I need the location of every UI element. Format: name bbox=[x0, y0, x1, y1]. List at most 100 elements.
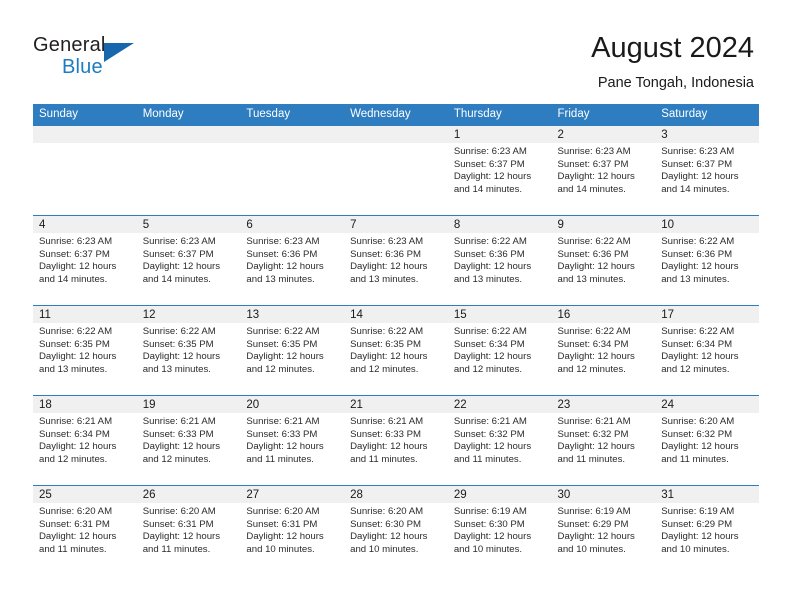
day-cell[interactable]: 26 Sunrise: 6:20 AM Sunset: 6:31 PM Dayl… bbox=[136, 485, 241, 576]
sunset-text: Sunset: 6:34 PM bbox=[661, 338, 733, 350]
day-cell[interactable]: 23 Sunrise: 6:21 AM Sunset: 6:32 PM Dayl… bbox=[551, 395, 656, 486]
day-number: 1 bbox=[447, 126, 552, 143]
daylight-text-line1: Daylight: 12 hours bbox=[39, 441, 117, 453]
day-number: 15 bbox=[447, 306, 552, 323]
daylight-text-line1: Daylight: 12 hours bbox=[39, 261, 117, 273]
day-cell[interactable]: 7 Sunrise: 6:23 AM Sunset: 6:36 PM Dayli… bbox=[344, 215, 448, 306]
day-details: Sunrise: 6:23 AM Sunset: 6:36 PM Dayligh… bbox=[240, 233, 344, 286]
day-number: 11 bbox=[33, 306, 137, 323]
day-details: Sunrise: 6:22 AM Sunset: 6:34 PM Dayligh… bbox=[448, 323, 552, 376]
day-details: Sunrise: 6:21 AM Sunset: 6:32 PM Dayligh… bbox=[552, 413, 656, 466]
sunrise-text: Sunrise: 6:22 AM bbox=[661, 236, 735, 247]
day-cell[interactable]: 28 Sunrise: 6:20 AM Sunset: 6:30 PM Dayl… bbox=[344, 485, 448, 576]
day-cell[interactable]: 3 Sunrise: 6:23 AM Sunset: 6:37 PM Dayli… bbox=[655, 125, 759, 216]
day-number bbox=[136, 126, 241, 143]
sunset-text: Sunset: 6:37 PM bbox=[142, 248, 214, 260]
day-number: 21 bbox=[344, 396, 448, 413]
daylight-text-line1: Daylight: 12 hours bbox=[453, 441, 532, 453]
day-number: 10 bbox=[655, 216, 759, 233]
week-row: 18 Sunrise: 6:21 AM Sunset: 6:34 PM Dayl… bbox=[33, 395, 759, 486]
brand-logo[interactable]: General Blue bbox=[33, 34, 193, 86]
sunset-text: Sunset: 6:35 PM bbox=[350, 338, 422, 350]
weekday-header-row: Sunday Monday Tuesday Wednesday Thursday… bbox=[33, 104, 759, 126]
sunset-text: Sunset: 6:35 PM bbox=[142, 338, 214, 350]
day-details: Sunrise: 6:22 AM Sunset: 6:35 PM Dayligh… bbox=[137, 323, 241, 376]
day-number: 14 bbox=[344, 306, 448, 323]
daylight-text-line2: and 14 minutes. bbox=[557, 183, 626, 195]
weekday-header-friday: Friday bbox=[551, 104, 656, 126]
day-cell[interactable]: 13 Sunrise: 6:22 AM Sunset: 6:35 PM Dayl… bbox=[240, 305, 345, 396]
day-cell[interactable]: 9 Sunrise: 6:22 AM Sunset: 6:36 PM Dayli… bbox=[551, 215, 656, 306]
daylight-text-line1: Daylight: 12 hours bbox=[557, 261, 635, 273]
day-cell[interactable]: 1 Sunrise: 6:23 AM Sunset: 6:37 PM Dayli… bbox=[447, 125, 552, 216]
daylight-text-line2: and 12 minutes. bbox=[661, 363, 730, 375]
day-cell[interactable]: 20 Sunrise: 6:21 AM Sunset: 6:33 PM Dayl… bbox=[240, 395, 345, 486]
daylight-text-line2: and 12 minutes. bbox=[350, 363, 419, 375]
sunrise-text: Sunrise: 6:21 AM bbox=[142, 416, 216, 427]
day-cell[interactable]: 10 Sunrise: 6:22 AM Sunset: 6:36 PM Dayl… bbox=[655, 215, 759, 306]
sunrise-text: Sunrise: 6:22 AM bbox=[557, 326, 631, 337]
sunrise-text: Sunrise: 6:23 AM bbox=[557, 146, 631, 157]
day-cell[interactable]: 6 Sunrise: 6:23 AM Sunset: 6:36 PM Dayli… bbox=[240, 215, 345, 306]
day-cell[interactable]: 18 Sunrise: 6:21 AM Sunset: 6:34 PM Dayl… bbox=[33, 395, 137, 486]
day-cell[interactable]: 22 Sunrise: 6:21 AM Sunset: 6:32 PM Dayl… bbox=[447, 395, 552, 486]
sunset-text: Sunset: 6:36 PM bbox=[350, 248, 422, 260]
sunset-text: Sunset: 6:36 PM bbox=[557, 248, 629, 260]
day-cell[interactable]: 30 Sunrise: 6:19 AM Sunset: 6:29 PM Dayl… bbox=[551, 485, 656, 576]
day-cell[interactable]: 2 Sunrise: 6:23 AM Sunset: 6:37 PM Dayli… bbox=[551, 125, 656, 216]
sunrise-text: Sunrise: 6:20 AM bbox=[350, 506, 424, 517]
weekday-header-monday: Monday bbox=[136, 104, 241, 126]
day-cell[interactable]: 31 Sunrise: 6:19 AM Sunset: 6:29 PM Dayl… bbox=[655, 485, 759, 576]
day-cell[interactable]: 27 Sunrise: 6:20 AM Sunset: 6:31 PM Dayl… bbox=[240, 485, 345, 576]
day-details bbox=[344, 143, 448, 146]
day-cell[interactable]: 29 Sunrise: 6:19 AM Sunset: 6:30 PM Dayl… bbox=[447, 485, 552, 576]
daylight-text-line2: and 10 minutes. bbox=[246, 543, 315, 555]
weekday-header-thursday: Thursday bbox=[447, 104, 552, 126]
blue-triangle-icon bbox=[104, 43, 134, 62]
daylight-text-line1: Daylight: 12 hours bbox=[142, 531, 221, 543]
day-number: 12 bbox=[136, 306, 241, 323]
day-cell[interactable]: 15 Sunrise: 6:22 AM Sunset: 6:34 PM Dayl… bbox=[447, 305, 552, 396]
daylight-text-line1: Daylight: 12 hours bbox=[661, 351, 739, 363]
day-cell[interactable]: 17 Sunrise: 6:22 AM Sunset: 6:34 PM Dayl… bbox=[655, 305, 759, 396]
day-cell[interactable]: 11 Sunrise: 6:22 AM Sunset: 6:35 PM Dayl… bbox=[33, 305, 137, 396]
day-cell[interactable]: 25 Sunrise: 6:20 AM Sunset: 6:31 PM Dayl… bbox=[33, 485, 137, 576]
sunrise-text: Sunrise: 6:22 AM bbox=[453, 236, 527, 247]
day-number: 5 bbox=[136, 216, 241, 233]
daylight-text-line1: Daylight: 12 hours bbox=[557, 171, 635, 183]
daylight-text-line1: Daylight: 12 hours bbox=[453, 261, 532, 273]
sunrise-text: Sunrise: 6:23 AM bbox=[246, 236, 320, 247]
day-cell[interactable]: 5 Sunrise: 6:23 AM Sunset: 6:37 PM Dayli… bbox=[136, 215, 241, 306]
weekday-header-wednesday: Wednesday bbox=[344, 104, 448, 126]
daylight-text-line1: Daylight: 12 hours bbox=[350, 441, 428, 453]
day-cell[interactable]: 16 Sunrise: 6:22 AM Sunset: 6:34 PM Dayl… bbox=[551, 305, 656, 396]
day-details: Sunrise: 6:20 AM Sunset: 6:31 PM Dayligh… bbox=[137, 503, 241, 556]
day-cell[interactable]: 19 Sunrise: 6:21 AM Sunset: 6:33 PM Dayl… bbox=[136, 395, 241, 486]
day-details: Sunrise: 6:22 AM Sunset: 6:36 PM Dayligh… bbox=[552, 233, 656, 286]
daylight-text-line2: and 11 minutes. bbox=[142, 543, 211, 555]
day-cell[interactable]: 12 Sunrise: 6:22 AM Sunset: 6:35 PM Dayl… bbox=[136, 305, 241, 396]
daylight-text-line2: and 11 minutes. bbox=[453, 453, 522, 465]
daylight-text-line2: and 13 minutes. bbox=[453, 273, 523, 285]
day-cell[interactable]: 21 Sunrise: 6:21 AM Sunset: 6:33 PM Dayl… bbox=[344, 395, 448, 486]
page-title: August 2024 bbox=[591, 32, 754, 64]
day-details: Sunrise: 6:21 AM Sunset: 6:33 PM Dayligh… bbox=[137, 413, 241, 466]
day-cell[interactable]: 14 Sunrise: 6:22 AM Sunset: 6:35 PM Dayl… bbox=[344, 305, 448, 396]
day-number: 6 bbox=[240, 216, 345, 233]
sunrise-text: Sunrise: 6:21 AM bbox=[246, 416, 320, 427]
day-cell[interactable]: 4 Sunrise: 6:23 AM Sunset: 6:37 PM Dayli… bbox=[33, 215, 137, 306]
daylight-text-line2: and 10 minutes. bbox=[453, 543, 523, 555]
daylight-text-line2: and 14 minutes. bbox=[453, 183, 523, 195]
day-cell[interactable]: 24 Sunrise: 6:20 AM Sunset: 6:32 PM Dayl… bbox=[655, 395, 759, 486]
daylight-text-line2: and 12 minutes. bbox=[142, 453, 211, 465]
daylight-text-line2: and 12 minutes. bbox=[39, 453, 108, 465]
day-cell[interactable]: 8 Sunrise: 6:22 AM Sunset: 6:36 PM Dayli… bbox=[447, 215, 552, 306]
day-details bbox=[137, 143, 241, 146]
week-row: 1 Sunrise: 6:23 AM Sunset: 6:37 PM Dayli… bbox=[33, 125, 759, 216]
daylight-text-line2: and 14 minutes. bbox=[39, 273, 108, 285]
sunset-text: Sunset: 6:34 PM bbox=[557, 338, 629, 350]
sunrise-text: Sunrise: 6:21 AM bbox=[453, 416, 527, 427]
daylight-text-line2: and 14 minutes. bbox=[661, 183, 730, 195]
day-number bbox=[33, 126, 137, 143]
daylight-text-line2: and 12 minutes. bbox=[453, 363, 523, 375]
